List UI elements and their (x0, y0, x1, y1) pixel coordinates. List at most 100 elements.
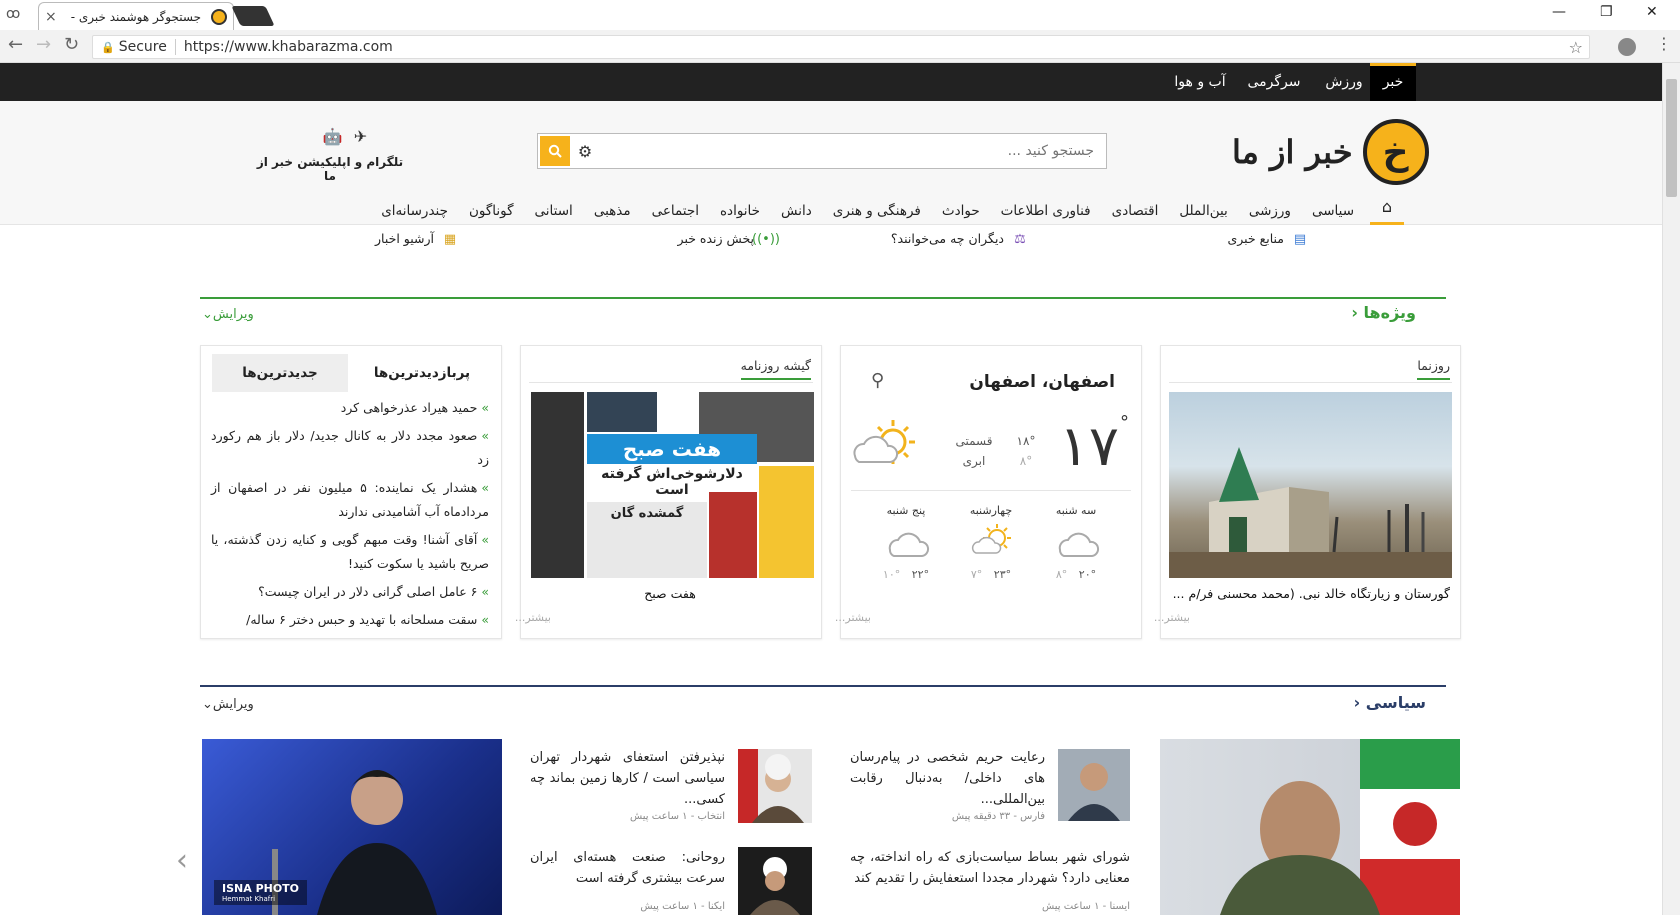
cat-economy[interactable]: اقتصادی (1112, 203, 1159, 219)
news-thumb[interactable] (738, 749, 812, 823)
tab-latest[interactable]: جدیدترین‌ها (212, 354, 348, 392)
forward-icon[interactable]: → (36, 34, 51, 55)
top-item-weather[interactable]: آب و هوا (1170, 63, 1230, 101)
cloud-icon (1056, 528, 1100, 562)
url-text[interactable]: https://www.khabarazma.com (184, 39, 393, 55)
cat-provincial[interactable]: استانی (535, 203, 573, 219)
search-settings-icon[interactable]: ⚙ (570, 142, 600, 161)
politics-title[interactable]: سیاسی ‹ (1354, 693, 1426, 712)
news-thumb[interactable] (738, 847, 812, 915)
ruznama-more[interactable]: بیشتر... (1154, 611, 1190, 624)
subnav-live[interactable]: ((•))پخش زنده خبر (678, 231, 780, 247)
search-button[interactable] (540, 136, 570, 166)
cat-it[interactable]: فناوری اطلاعات (1001, 203, 1091, 219)
subnav-sources[interactable]: ▤ منابع خبری (1227, 231, 1310, 247)
incognito-icon[interactable]: ꝏ (6, 6, 20, 22)
tab-close-icon[interactable]: × (45, 9, 57, 25)
cat-sports[interactable]: ورزشی (1249, 203, 1291, 219)
newspaper-front-page[interactable]: هفت صبح دلارشوخی‌اش گرفته است گمشده گان (531, 392, 814, 578)
news-item[interactable]: »۶ عامل اصلی گرانی دلار در ایران چیست؟ (211, 580, 489, 604)
features-edit[interactable]: ویرایش⌄ (202, 307, 254, 322)
features-title[interactable]: ویژه‌ها ‹ (1351, 303, 1416, 322)
subnav-sources-label: منابع خبری (1227, 231, 1284, 246)
np-lost-title: گمشده گان (610, 506, 684, 521)
android-icon[interactable]: 🤖 (323, 127, 343, 146)
news-item[interactable]: »سقت مسلحانه با تهدید و حبس دختر ۶ ساله/ (211, 608, 489, 632)
politics-meta-3: انتخاب - ۱ ساعت پیش (630, 811, 725, 822)
cat-politics[interactable]: سیاسی (1312, 203, 1354, 219)
ruznama-photo[interactable] (1169, 392, 1452, 578)
home-icon[interactable]: ⌂ (1370, 197, 1404, 225)
news-item[interactable]: »هشدار یک نماینده: ۵ میلیون نفر در اصفها… (211, 476, 489, 524)
scroll-thumb[interactable] (1666, 79, 1677, 197)
politics-left-photo[interactable]: ISNA PHOTO Hemmat Khafri (202, 739, 502, 915)
address-toolbar: ← → ↻ 🔒 Secure https://www.khabarazma.co… (0, 30, 1680, 63)
politics-edit[interactable]: ویرایش⌄ (202, 697, 254, 712)
top-item-news[interactable]: خبر (1370, 63, 1416, 101)
edit-label: ویرایش (212, 307, 254, 322)
browser-tab[interactable]: جستجوگر هوشمند خبری - × (38, 2, 234, 30)
top-item-sport[interactable]: ورزش (1322, 63, 1366, 101)
kiosk-label[interactable]: گیشه روزنامه (740, 358, 811, 380)
cat-misc[interactable]: گوناگون (469, 203, 514, 219)
forecast-low-3: ۱۰° (882, 568, 901, 581)
site-logo[interactable]: خ خبر از ما (1232, 119, 1429, 185)
politics-news-1[interactable]: رعایت حریم شخصی در پیام‌رسان های داخلی/ … (850, 747, 1045, 810)
carousel-prev-icon[interactable]: ‹ (176, 843, 188, 878)
cat-incidents[interactable]: حوادث (942, 203, 980, 219)
telegram-icon[interactable]: ✈ (354, 127, 367, 146)
restore-button[interactable]: ❐ (1600, 4, 1613, 20)
location-pin-icon[interactable]: ⚲ (871, 370, 884, 391)
cat-multimedia[interactable]: چندرسانه‌ای (381, 203, 448, 219)
page-scrollbar[interactable] (1662, 63, 1680, 915)
news-item[interactable]: »حمید هیراد عذرخواهی کرد (211, 396, 489, 420)
reload-icon[interactable]: ↻ (64, 34, 79, 55)
subnav-others[interactable]: ⚖ دیگران چه می‌خوانند؟ (891, 231, 1030, 247)
new-tab-button[interactable] (231, 6, 275, 26)
politics-news-3[interactable]: نپذیرفتن استعفای شهردار تهران سیاسی است … (530, 747, 725, 810)
omnibox[interactable]: 🔒 Secure https://www.khabarazma.com ☆ (92, 35, 1590, 59)
subnav-archive[interactable]: ▦ آرشیو اخبار (375, 231, 460, 247)
kiosk-caption[interactable]: هفت صبح (519, 586, 821, 601)
weather-high: ۱۸° (1016, 434, 1036, 448)
bullet-icon: » (481, 400, 489, 415)
news-item[interactable]: »آقای آشنا! وقت مبهم گویی و کنایه زدن گذ… (211, 528, 489, 576)
cat-international[interactable]: بین‌الملل (1179, 203, 1227, 219)
bookmark-star-icon[interactable]: ☆ (1569, 38, 1583, 57)
politics-news-2[interactable]: شورای شهر بساط سیاست‌بازی که راه انداخته… (850, 847, 1130, 889)
politics-meta-4: ایکنا - ۱ ساعت پیش (640, 901, 725, 912)
forecast-high-2: ۲۳° (993, 568, 1012, 581)
temp-value: ۱۷ (1058, 414, 1119, 479)
cat-science[interactable]: دانش (781, 203, 812, 219)
news-thumb[interactable] (1058, 749, 1130, 821)
ruznama-card: روزنما گورستان و زیارتگاه خالد نبی. (محم… (1154, 345, 1461, 639)
minimize-button[interactable]: — (1552, 4, 1566, 20)
app-label[interactable]: تلگرام و اپلیکیشن خبر از ما (250, 155, 410, 183)
tab-most-viewed[interactable]: پربازدیدترین‌ها (355, 354, 489, 392)
cat-social[interactable]: اجتماعی (652, 203, 699, 219)
cat-religion[interactable]: مذهبی (594, 203, 631, 219)
photo-credit: ISNA PHOTO (222, 882, 300, 895)
news-text: سقت مسلحانه با تهدید و حبس دختر ۶ ساله/ (246, 612, 478, 627)
politics-main-photo[interactable] (1160, 739, 1460, 915)
close-window-button[interactable]: ✕ (1646, 4, 1658, 20)
back-icon[interactable]: ← (8, 34, 23, 55)
cat-culture[interactable]: فرهنگی و هنری (833, 203, 921, 219)
ruznama-label[interactable]: روزنما (1417, 358, 1450, 380)
top-item-entertainment[interactable]: سرگرمی (1242, 63, 1306, 101)
browser-menu-icon[interactable]: ⋮ (1656, 34, 1672, 53)
weather-more[interactable]: بیشتر... (835, 611, 871, 624)
kiosk-more[interactable]: بیشتر... (515, 611, 551, 624)
news-item[interactable]: »صعود مجدد دلار به کانال جدید/ دلار باز … (211, 424, 489, 472)
chevron-left-icon: ‹ (1351, 303, 1358, 322)
search-input[interactable] (600, 135, 1106, 167)
cat-family[interactable]: خانواده (720, 203, 760, 219)
politics-news-4[interactable]: روحانی: صنعت هسته‌ای ایران سرعت بیشتری گ… (530, 847, 725, 889)
logo-mark: خ (1362, 119, 1429, 185)
weather-city[interactable]: اصفهان، اصفهان (969, 372, 1115, 392)
photo-credit-badge: ISNA PHOTO Hemmat Khafri (214, 880, 308, 905)
extension-icon[interactable] (1618, 38, 1636, 56)
ruznama-rule (1169, 382, 1452, 383)
rouhani-image (750, 857, 800, 915)
ruznama-caption[interactable]: گورستان و زیارتگاه خالد نبی. (محمد محسنی… (1167, 586, 1450, 601)
